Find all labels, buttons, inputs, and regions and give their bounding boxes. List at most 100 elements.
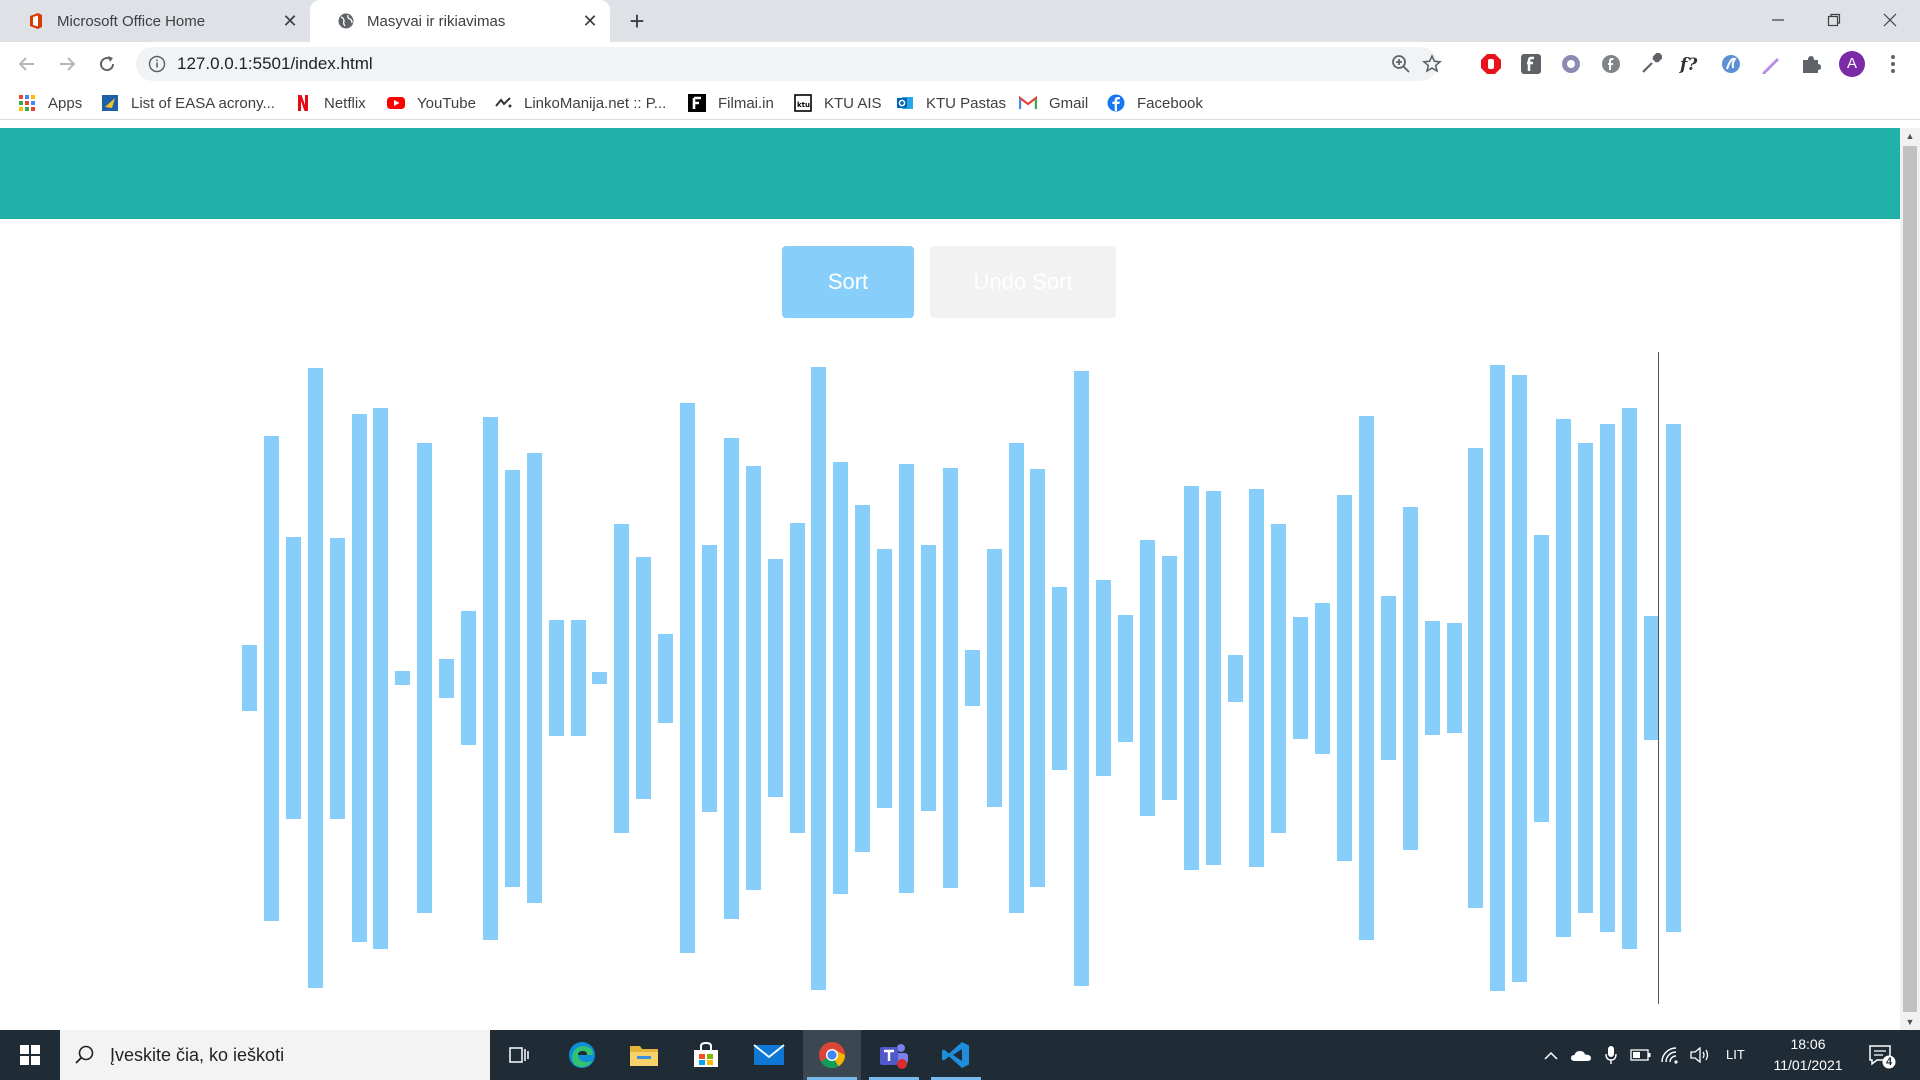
bookmark-filmai[interactable]: Filmai.in: [688, 90, 774, 116]
extension-blue-button[interactable]: [1718, 51, 1744, 77]
array-bar: [1096, 580, 1112, 776]
taskbar-vscode[interactable]: [927, 1030, 985, 1080]
bookmark-star-button[interactable]: [1421, 53, 1443, 75]
array-bar: [329, 537, 345, 819]
volume-button[interactable]: [1689, 1043, 1711, 1067]
array-bar: [1468, 448, 1484, 908]
speaker-icon: [1690, 1046, 1709, 1064]
profile-avatar[interactable]: A: [1838, 50, 1866, 78]
bookmark-netflix[interactable]: Netflix: [294, 90, 366, 116]
close-icon[interactable]: ✕: [276, 7, 304, 35]
onedrive-button[interactable]: [1570, 1043, 1592, 1067]
f-square-icon: [1521, 54, 1541, 74]
array-bar: [351, 414, 367, 942]
array-bar: [833, 462, 849, 894]
new-tab-button[interactable]: +: [622, 6, 652, 36]
array-bar: [1358, 416, 1374, 940]
forward-button[interactable]: [51, 48, 83, 80]
zoom-button[interactable]: [1390, 53, 1412, 75]
apps-grid-icon: [19, 95, 35, 111]
start-button[interactable]: [0, 1030, 60, 1080]
extension-f-button[interactable]: [1518, 51, 1544, 77]
globe-icon: [338, 13, 354, 29]
array-bar: [767, 559, 783, 797]
taskbar-edge[interactable]: [553, 1030, 611, 1080]
scroll-thumb[interactable]: [1903, 146, 1917, 1012]
input-language[interactable]: LIT: [1726, 1030, 1745, 1080]
bookmark-ktu-ais[interactable]: ktu KTU AIS: [794, 90, 882, 116]
browser-menu-button[interactable]: [1880, 51, 1906, 77]
array-bar: [920, 545, 936, 811]
bookmark-youtube[interactable]: YouTube: [387, 90, 476, 116]
bookmark-ktu-pastas[interactable]: KTU Pastas: [896, 90, 1006, 116]
bookmark-facebook[interactable]: Facebook: [1107, 90, 1203, 116]
bars-divider-line: [1658, 352, 1659, 1004]
array-bar: [942, 468, 958, 888]
reload-button[interactable]: [91, 48, 123, 80]
back-button[interactable]: [11, 48, 43, 80]
bookmark-label: Facebook: [1137, 94, 1203, 112]
close-icon[interactable]: ✕: [576, 7, 604, 35]
scroll-down-arrow[interactable]: ▼: [1900, 1014, 1920, 1030]
tab-title: Microsoft Office Home: [57, 12, 206, 30]
extension-circle-button[interactable]: [1558, 51, 1584, 77]
notification-center-button[interactable]: 4: [1868, 1042, 1896, 1070]
minimize-button[interactable]: [1750, 0, 1806, 40]
windows-taskbar: Įveskite čia, ko ieškoti LIT 18:06 11/01…: [0, 1030, 1920, 1080]
tray-overflow-button[interactable]: [1540, 1043, 1562, 1067]
bookmark-linkomanija[interactable]: LinkoManija.net :: P...: [494, 90, 666, 116]
close-window-button[interactable]: [1862, 0, 1918, 40]
bookmark-gmail[interactable]: Gmail: [1019, 90, 1088, 116]
address-bar[interactable]: 127.0.0.1:5501/index.html: [136, 47, 1442, 81]
chevron-up-icon: [1544, 1051, 1558, 1060]
array-bar: [1205, 491, 1221, 865]
array-bar: [1665, 424, 1681, 932]
battery-button[interactable]: [1630, 1043, 1652, 1067]
close-window-icon: [1883, 13, 1897, 27]
bookmark-label: Filmai.in: [718, 94, 774, 112]
facebook-icon: [1107, 94, 1125, 112]
taskbar-teams[interactable]: [865, 1030, 923, 1080]
taskbar-file-explorer[interactable]: [615, 1030, 673, 1080]
wifi-button[interactable]: [1660, 1043, 1682, 1067]
tab-office-home[interactable]: Microsoft Office Home ✕: [0, 0, 310, 42]
extension-eyedropper-button[interactable]: [1638, 51, 1664, 77]
vscode-icon: [942, 1042, 969, 1068]
zoom-icon: [1392, 55, 1410, 73]
tab-masyvai[interactable]: Masyvai ir rikiavimas ✕: [310, 0, 610, 42]
url-text[interactable]: 127.0.0.1:5501/index.html: [177, 47, 373, 81]
clock[interactable]: 18:06 11/01/2021: [1760, 1034, 1856, 1076]
bookmark-label: Gmail: [1049, 94, 1089, 112]
taskbar-chrome[interactable]: [803, 1030, 861, 1080]
clock-time: 18:06: [1790, 1036, 1826, 1052]
extension-pen-button[interactable]: [1758, 51, 1784, 77]
array-bar: [1161, 556, 1177, 800]
array-bar: [1183, 486, 1199, 870]
array-bar: [1490, 365, 1506, 991]
info-icon[interactable]: [148, 55, 166, 73]
array-bar: [1534, 534, 1550, 822]
extensions-menu-button[interactable]: [1798, 51, 1824, 77]
restore-button[interactable]: [1806, 0, 1862, 40]
forward-arrow-icon: [60, 57, 76, 71]
array-bar: [723, 437, 739, 919]
bookmark-easa[interactable]: List of EASA acrony...: [101, 90, 275, 116]
tab-title: Masyvai ir rikiavimas: [367, 12, 506, 30]
scroll-up-arrow[interactable]: ▲: [1900, 128, 1920, 144]
extension-adblock-button[interactable]: [1478, 51, 1504, 77]
array-bar: [439, 658, 455, 698]
microphone-button[interactable]: [1600, 1043, 1622, 1067]
taskbar-search-box[interactable]: Įveskite čia, ko ieškoti: [60, 1030, 490, 1080]
bookmark-label: KTU AIS: [824, 94, 882, 112]
taskbar-store[interactable]: [677, 1030, 735, 1080]
array-bar: [570, 620, 586, 736]
extension-grey-f-button[interactable]: [1598, 51, 1624, 77]
array-bar: [877, 548, 893, 808]
page-scrollbar[interactable]: ▲ ▼: [1900, 128, 1920, 1030]
task-view-icon: [509, 1047, 529, 1063]
svg-text:f?: f?: [1679, 55, 1698, 75]
extension-fx-button[interactable]: f?: [1678, 51, 1704, 77]
bookmark-apps[interactable]: Apps: [18, 90, 82, 116]
taskbar-mail[interactable]: [740, 1030, 798, 1080]
task-view-button[interactable]: [490, 1030, 548, 1080]
